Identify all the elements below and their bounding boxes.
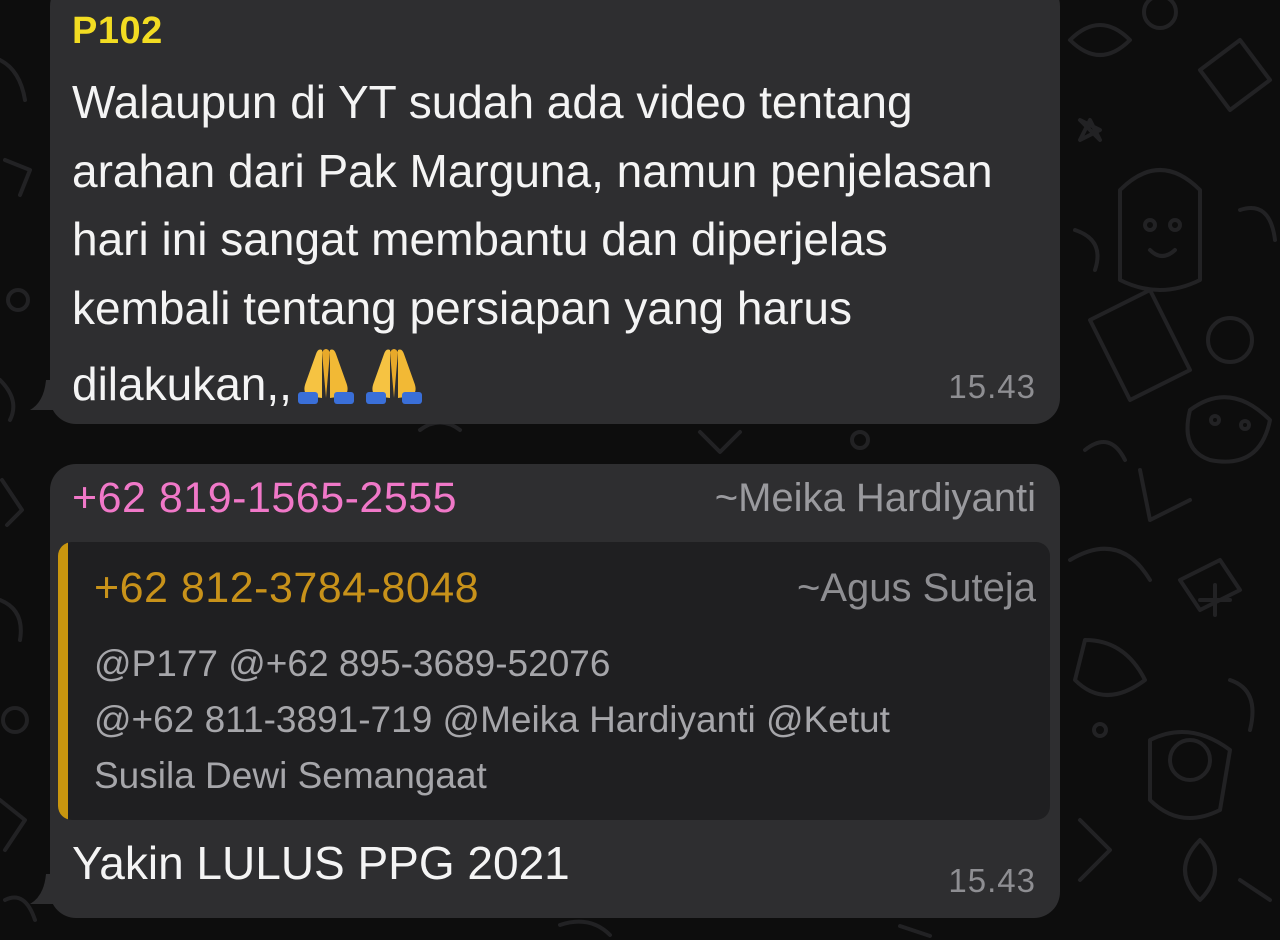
message-timestamp: 15.43 xyxy=(948,368,1036,405)
bubble-tail xyxy=(30,874,64,904)
message-body: Walaupun di YT sudah ada video tentang a… xyxy=(72,76,993,410)
sender-name[interactable]: P102 xyxy=(72,10,163,53)
quoted-text-line: @P177 @+62 895-3689-52076 xyxy=(94,643,611,684)
message-text: Yakin LULUS PPG 2021 xyxy=(72,837,570,889)
folded-hands-icon xyxy=(360,342,428,404)
message-text: Walaupun di YT sudah ada video tentang a… xyxy=(72,68,1047,419)
quoted-text: @P177 @+62 895-3689-52076 @+62 811-3891-… xyxy=(94,636,1034,804)
quoted-text-line: Susila Dewi Semangaat xyxy=(94,755,487,796)
message-timestamp: 15.43 xyxy=(948,862,1036,899)
sender-name: ~Meika Hardiyanti xyxy=(714,476,1036,520)
folded-hands-icon xyxy=(292,342,360,404)
bubble-tail xyxy=(30,380,64,410)
quoted-message[interactable]: +62 812-3784-8048 ~Agus Suteja @P177 @+6… xyxy=(58,542,1050,820)
message-bubble[interactable]: P102 Walaupun di YT sudah ada video tent… xyxy=(30,0,1060,424)
sender-phone[interactable]: +62 819-1565-2555 xyxy=(72,474,457,523)
chat-background: P102 Walaupun di YT sudah ada video tent… xyxy=(0,0,1280,940)
message-bubble[interactable]: +62 819-1565-2555 ~Meika Hardiyanti +62 … xyxy=(30,464,1060,918)
quote-accent-bar xyxy=(58,542,68,820)
quoted-sender-name: ~Agus Suteja xyxy=(796,566,1036,610)
quoted-sender-phone: +62 812-3784-8048 xyxy=(94,564,480,612)
quoted-text-line: @+62 811-3891-719 @Meika Hardiyanti @Ket… xyxy=(94,699,890,740)
